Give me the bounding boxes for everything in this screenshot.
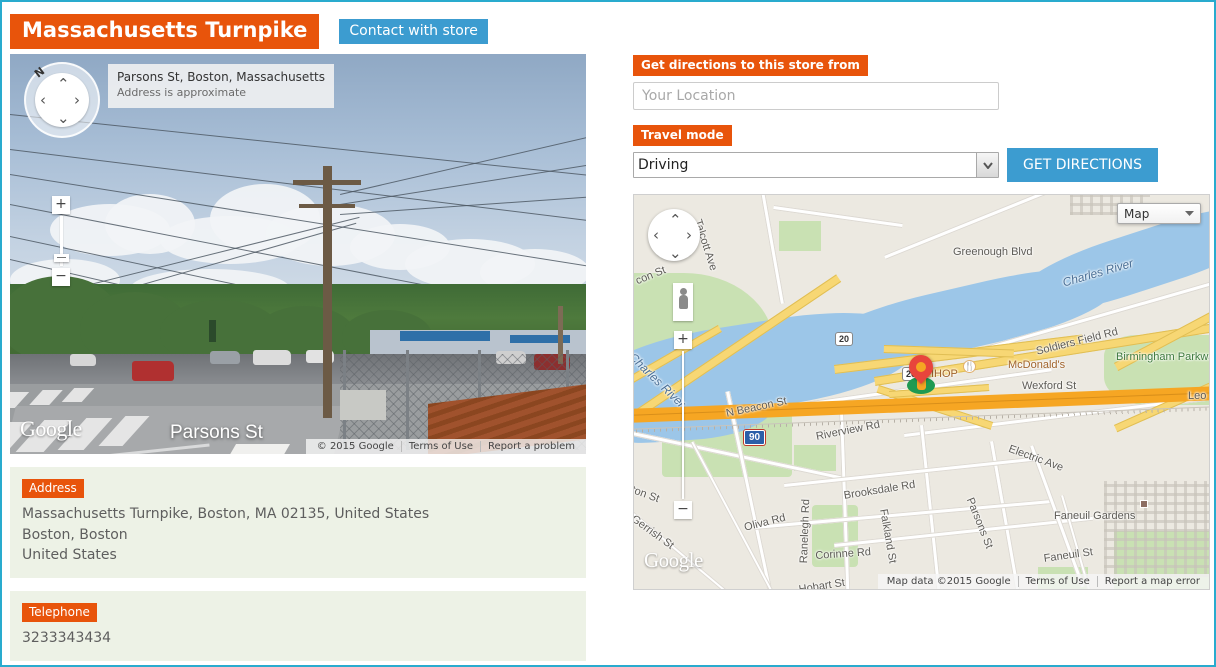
chevron-down-icon [1185, 210, 1194, 216]
map-label[interactable]: IHOP [931, 368, 958, 380]
map-label: Birmingham Parkway [1116, 351, 1210, 363]
map-pan-control[interactable]: ⌃ ⌄ ‹ › [648, 209, 700, 261]
map-label: Wexford St [1022, 380, 1077, 392]
poi-marker-icon[interactable] [1140, 500, 1148, 508]
interstate-shield-90: 90 [744, 430, 766, 445]
street-view-panel[interactable]: Parsons St, Boston, Massachusetts Addres… [10, 54, 586, 454]
park-area [779, 221, 821, 251]
pan-left-icon[interactable]: ‹ [40, 93, 46, 108]
contact-with-store-button[interactable]: Contact with store [339, 19, 488, 45]
vehicle [253, 350, 291, 365]
address-block: Address Massachusetts Turnpike, Boston, … [10, 467, 586, 579]
travel-mode-label: Travel mode [633, 125, 732, 146]
route-shield-20: 20 [835, 332, 854, 346]
pan-up-icon[interactable]: ⌃ [669, 213, 682, 228]
telephone-badge: Telephone [22, 603, 97, 623]
pegman-head [679, 288, 687, 295]
google-logo: Google [20, 416, 82, 441]
map-zoom-slider[interactable]: + − [674, 331, 692, 519]
vehicle [210, 351, 240, 364]
right-column: Get directions to this store from Travel… [633, 54, 1210, 590]
map-terms-link[interactable]: Terms of Use [1017, 576, 1097, 587]
marker-hole [913, 359, 929, 375]
streetview-address-title: Parsons St, Boston, Massachusetts [117, 70, 325, 84]
google-logo: Google [644, 548, 703, 572]
map-label: Greenough Blvd [953, 246, 1033, 258]
pan-up-icon[interactable]: ⌃ [57, 77, 70, 92]
pole-crossarm [293, 180, 361, 185]
map-zoom-track[interactable] [682, 351, 684, 499]
pan-down-icon[interactable]: ⌄ [57, 111, 70, 126]
streetview-report-link[interactable]: Report a problem [479, 441, 582, 452]
pan-right-icon[interactable]: › [74, 93, 80, 108]
streetview-zoom-slider[interactable]: + − [52, 196, 70, 286]
pan-left-icon[interactable]: ‹ [653, 228, 659, 243]
map-attribution: Map data ©2015 Google Terms of Use Repor… [877, 574, 1209, 589]
travel-mode-select[interactable]: Driving [633, 152, 999, 178]
traffic-light [209, 320, 216, 342]
debris-board [227, 444, 291, 454]
map-label[interactable]: McDonald's [1008, 359, 1065, 371]
pan-inner[interactable]: ⌃ ⌄ ‹ › [35, 73, 89, 127]
streetview-zoom-track[interactable] [53, 216, 69, 266]
left-column: Parsons St, Boston, Massachusetts Addres… [10, 54, 586, 665]
map-type-control[interactable]: Map [1117, 203, 1201, 224]
streetview-attribution: © 2015 Google Terms of Use Report a prob… [305, 439, 586, 454]
map-report-link[interactable]: Report a map error [1096, 576, 1207, 587]
building-roof [400, 331, 490, 341]
pole-crossarm [299, 204, 355, 208]
page-header: Massachusetts Turnpike Contact with stor… [10, 14, 488, 50]
page-title: Massachusetts Turnpike [10, 14, 320, 50]
building-cluster [1104, 481, 1209, 577]
streetview-address-tooltip: Parsons St, Boston, Massachusetts Addres… [108, 64, 334, 109]
get-directions-button[interactable]: GET DIRECTIONS [1007, 148, 1159, 182]
streetview-address-note: Address is approximate [117, 86, 247, 100]
streetview-zoom-out-button[interactable]: − [52, 268, 70, 286]
vehicle [132, 361, 174, 381]
map-zoom-out-button[interactable]: − [674, 501, 692, 519]
streetview-copyright: © 2015 Google [316, 441, 394, 452]
address-line-1: Massachusetts Turnpike, Boston, MA 02135… [22, 506, 430, 522]
address-line-2: Boston, Boston [22, 526, 128, 543]
streetview-pan-control[interactable]: N ⌃ ⌄ ‹ › [24, 62, 100, 138]
pegman-icon [678, 288, 688, 309]
travel-mode-select-wrapper[interactable]: Driving [633, 152, 999, 178]
telephone-value: 3233343434 [22, 630, 112, 647]
travel-mode-row: Driving GET DIRECTIONS [633, 148, 1210, 182]
directions-from-label: Get directions to this store from [633, 55, 868, 76]
streetview-street-label: Parsons St [170, 422, 263, 443]
address-line-3: United States [22, 547, 117, 564]
map-type-label: Map [1124, 206, 1150, 221]
map-label: Faneuil Gardens [1054, 510, 1136, 522]
streetview-zoom-thumb[interactable] [53, 254, 69, 262]
map-data-copyright: Map data ©2015 Google [886, 576, 1011, 587]
location-input[interactable] [633, 82, 999, 110]
map-label: Leo [1188, 390, 1207, 402]
pan-down-icon[interactable]: ⌄ [669, 246, 682, 261]
store-page: Massachusetts Turnpike Contact with stor… [0, 0, 1216, 667]
pan-right-icon[interactable]: › [686, 228, 692, 243]
fence-post [406, 350, 409, 450]
map-label: Ranelegh Rd [798, 498, 813, 564]
telephone-block: Telephone 3233343434 [10, 591, 586, 661]
streetview-zoom-in-button[interactable]: + [52, 196, 70, 214]
address-badge: Address [22, 479, 84, 498]
pegman-control[interactable] [673, 283, 693, 321]
restaurant-icon[interactable]: 🍴 [963, 360, 976, 373]
streetview-terms-link[interactable]: Terms of Use [400, 441, 480, 452]
concrete-block [340, 390, 386, 420]
map-zoom-in-button[interactable]: + [674, 331, 692, 349]
vehicle [70, 354, 96, 366]
map-panel[interactable]: Talcott Ave Greenough Blvd Charles River co… [633, 194, 1210, 590]
